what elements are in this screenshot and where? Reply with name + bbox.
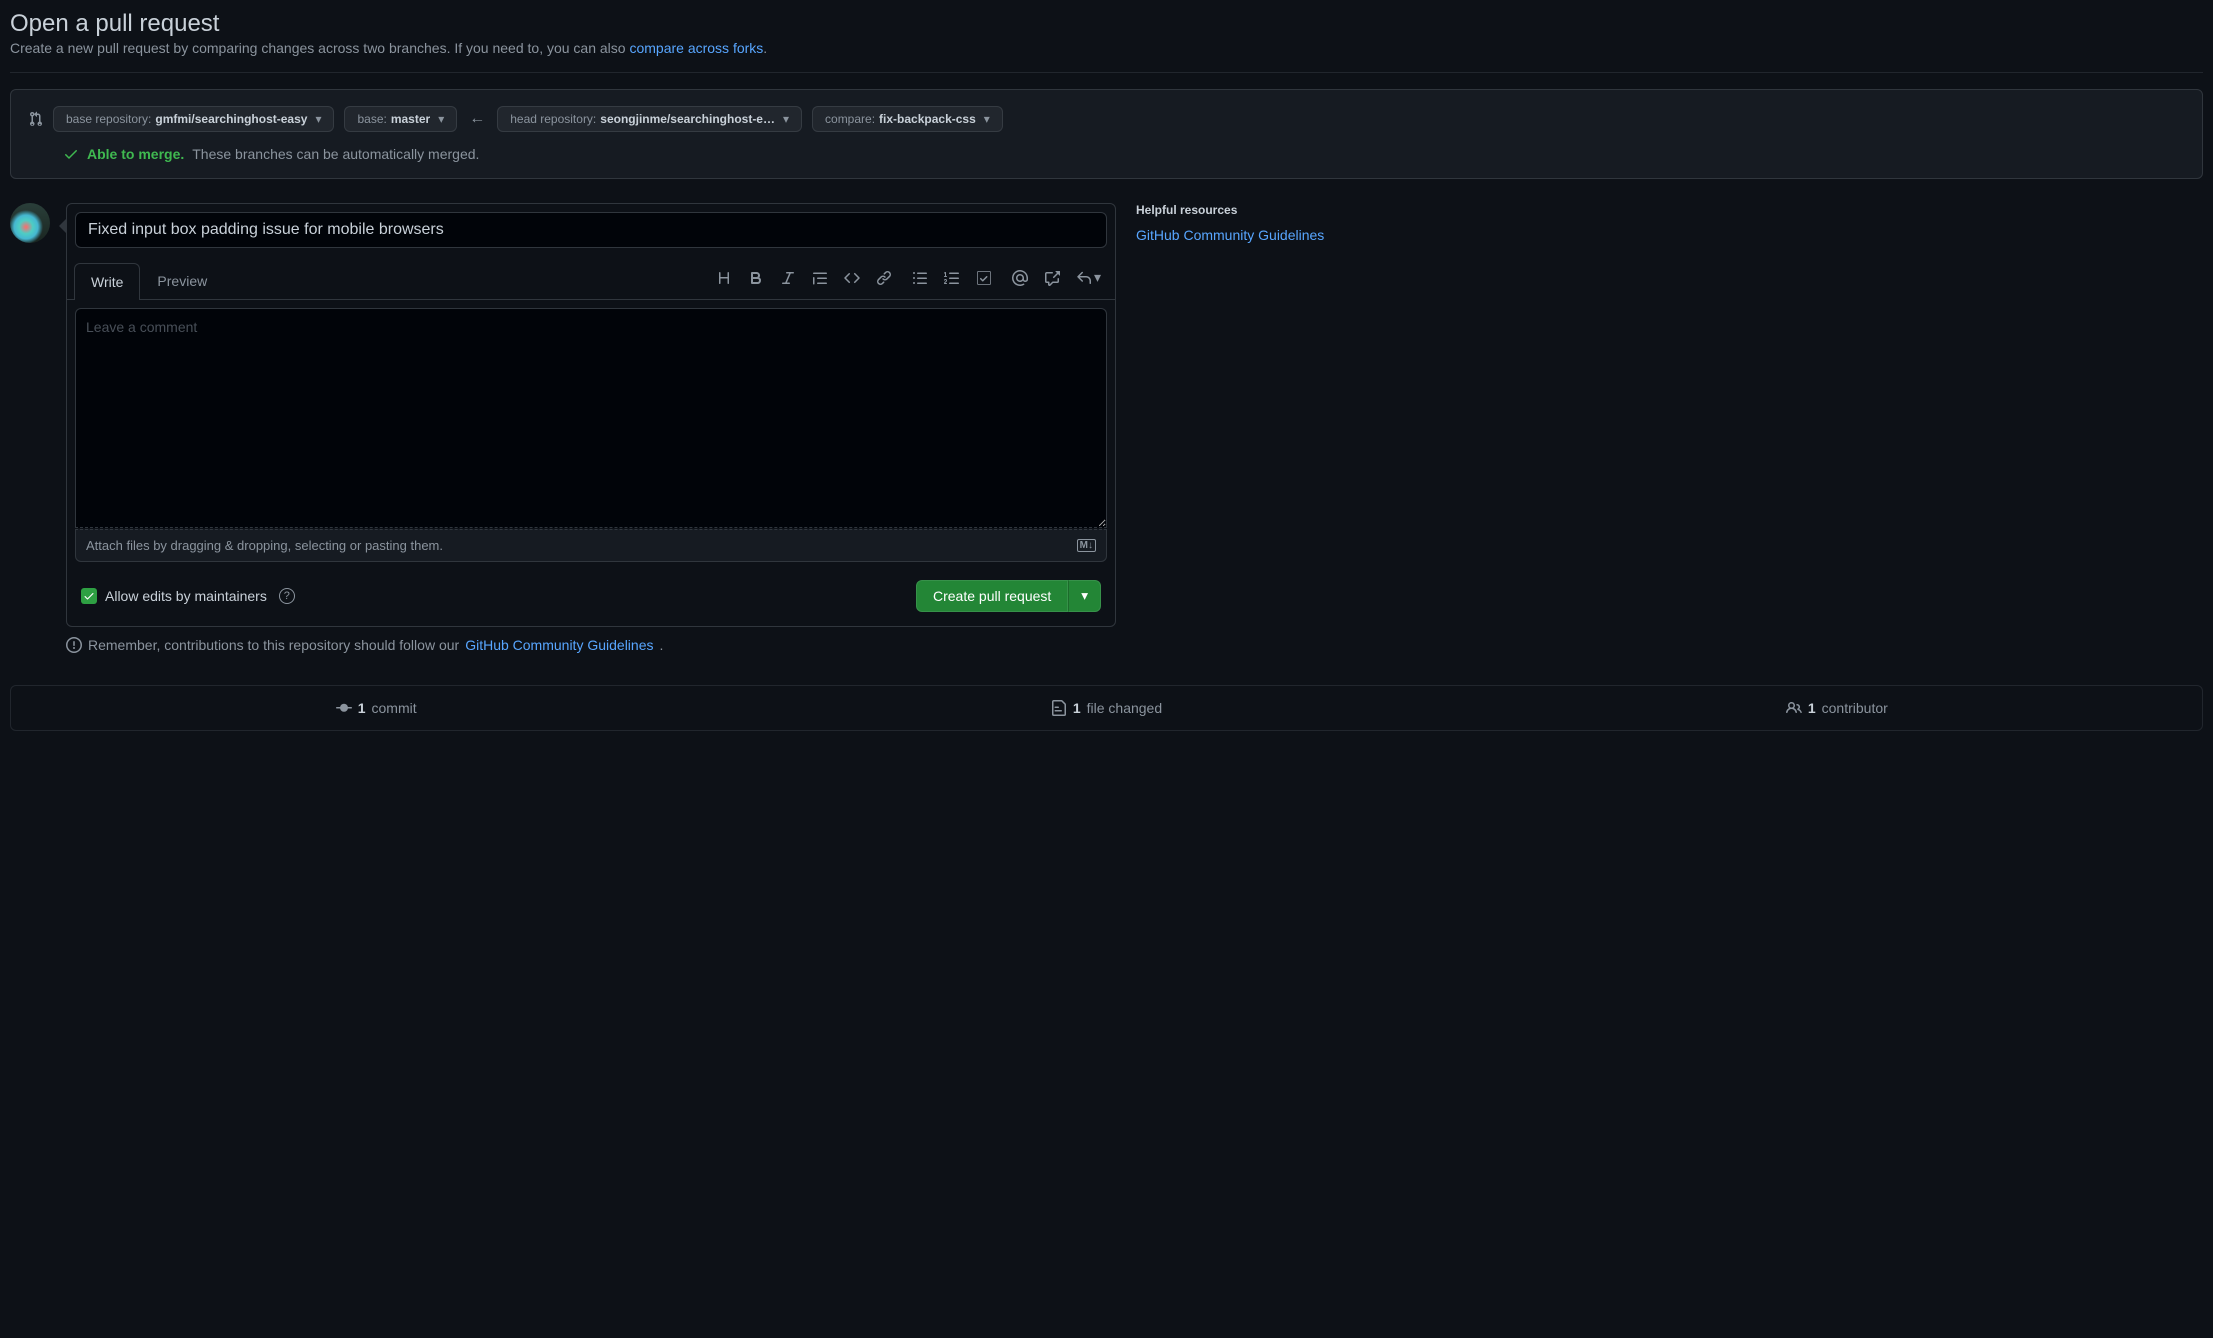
info-icon (66, 637, 82, 653)
comment-box: Write Preview (66, 203, 1116, 627)
allow-edits-text: Allow edits by maintainers (105, 588, 267, 604)
caret-down-icon: ▾ (315, 112, 321, 126)
compare-branch-selector[interactable]: compare: fix-backpack-css ▾ (812, 106, 1003, 132)
commits-label: commit (372, 700, 417, 716)
bold-icon[interactable] (748, 270, 764, 286)
link-icon[interactable] (876, 270, 892, 286)
base-branch-value: master (391, 112, 430, 126)
stats-bar: 1 commit 1 file changed 1 contributor (10, 685, 2203, 731)
sidebar-guidelines-link[interactable]: GitHub Community Guidelines (1136, 227, 1324, 243)
cross-reference-icon[interactable] (1044, 270, 1060, 286)
check-icon (63, 146, 79, 162)
caret-down-icon: ▾ (1094, 269, 1101, 286)
list-ordered-icon[interactable] (944, 270, 960, 286)
contributors-count: 1 (1808, 700, 1816, 716)
base-repo-label: base repository: (66, 112, 151, 126)
page-subtitle: Create a new pull request by comparing c… (10, 40, 2203, 73)
pr-title-input[interactable] (75, 212, 1107, 248)
caret-down-icon: ▾ (783, 112, 789, 126)
md-toolbar: ▾ (716, 270, 1107, 286)
head-repo-selector[interactable]: head repository: seongjinme/searchinghos… (497, 106, 802, 132)
stat-files[interactable]: 1 file changed (741, 686, 1471, 730)
base-repo-selector[interactable]: base repository: gmfmi/searchinghost-eas… (53, 106, 334, 132)
file-diff-icon (1051, 700, 1067, 716)
base-repo-value: gmfmi/searchinghost-easy (155, 112, 307, 126)
arrow-left-icon: ← (467, 110, 487, 128)
contributors-label: contributor (1822, 700, 1888, 716)
git-compare-icon (27, 111, 43, 127)
sidebar-heading: Helpful resources (1136, 203, 1356, 217)
list-unordered-icon[interactable] (912, 270, 928, 286)
merge-able-text: Able to merge. (87, 146, 184, 162)
mention-icon[interactable] (1012, 270, 1028, 286)
files-count: 1 (1073, 700, 1081, 716)
compare-value: fix-backpack-css (879, 112, 976, 126)
markdown-icon[interactable]: M↓ (1077, 539, 1096, 552)
remember-guidelines-link[interactable]: GitHub Community Guidelines (465, 637, 653, 653)
heading-icon[interactable] (716, 270, 732, 286)
head-repo-label: head repository: (510, 112, 596, 126)
tab-write[interactable]: Write (74, 263, 140, 300)
tasklist-icon[interactable] (976, 270, 992, 286)
italic-icon[interactable] (780, 270, 796, 286)
caret-down-icon: ▾ (438, 112, 444, 126)
avatar[interactable] (10, 203, 50, 243)
compare-forks-link[interactable]: compare across forks (629, 40, 763, 56)
range-editor: base repository: gmfmi/searchinghost-eas… (10, 89, 2203, 179)
stat-contributors[interactable]: 1 contributor (1472, 686, 2202, 730)
remember-note: Remember, contributions to this reposito… (66, 637, 1146, 653)
reply-icon[interactable]: ▾ (1076, 270, 1101, 286)
base-branch-selector[interactable]: base: master ▾ (344, 106, 457, 132)
compare-label: compare: (825, 112, 875, 126)
commits-count: 1 (358, 700, 366, 716)
base-branch-label: base: (357, 112, 386, 126)
merge-status: Able to merge. These branches can be aut… (63, 146, 2186, 162)
caret-down-icon: ▾ (984, 112, 990, 126)
stat-commits[interactable]: 1 commit (11, 686, 741, 730)
allow-edits-label[interactable]: Allow edits by maintainers ? (81, 588, 295, 604)
allow-edits-checkbox[interactable] (81, 588, 97, 604)
commit-icon (336, 700, 352, 716)
files-label: file changed (1087, 700, 1163, 716)
tab-preview[interactable]: Preview (140, 262, 224, 299)
sidebar: Helpful resources GitHub Community Guide… (1136, 203, 1356, 627)
merge-desc-text: These branches can be automatically merg… (192, 146, 479, 162)
people-icon (1786, 700, 1802, 716)
remember-suffix: . (659, 637, 663, 653)
attach-hint-text: Attach files by dragging & dropping, sel… (86, 538, 443, 553)
quote-icon[interactable] (812, 270, 828, 286)
create-pr-dropdown[interactable]: ▾ (1068, 580, 1101, 612)
remember-prefix: Remember, contributions to this reposito… (88, 637, 459, 653)
subtitle-suffix: . (763, 40, 767, 56)
help-icon[interactable]: ? (279, 588, 295, 604)
attach-hint[interactable]: Attach files by dragging & dropping, sel… (75, 529, 1107, 562)
page-title: Open a pull request (10, 10, 2203, 38)
tab-list: Write Preview (74, 262, 224, 299)
subtitle-text: Create a new pull request by comparing c… (10, 40, 629, 56)
head-repo-value: seongjinme/searchinghost-e… (600, 112, 775, 126)
code-icon[interactable] (844, 270, 860, 286)
comment-textarea[interactable] (75, 308, 1107, 528)
create-pr-button[interactable]: Create pull request (916, 580, 1068, 612)
